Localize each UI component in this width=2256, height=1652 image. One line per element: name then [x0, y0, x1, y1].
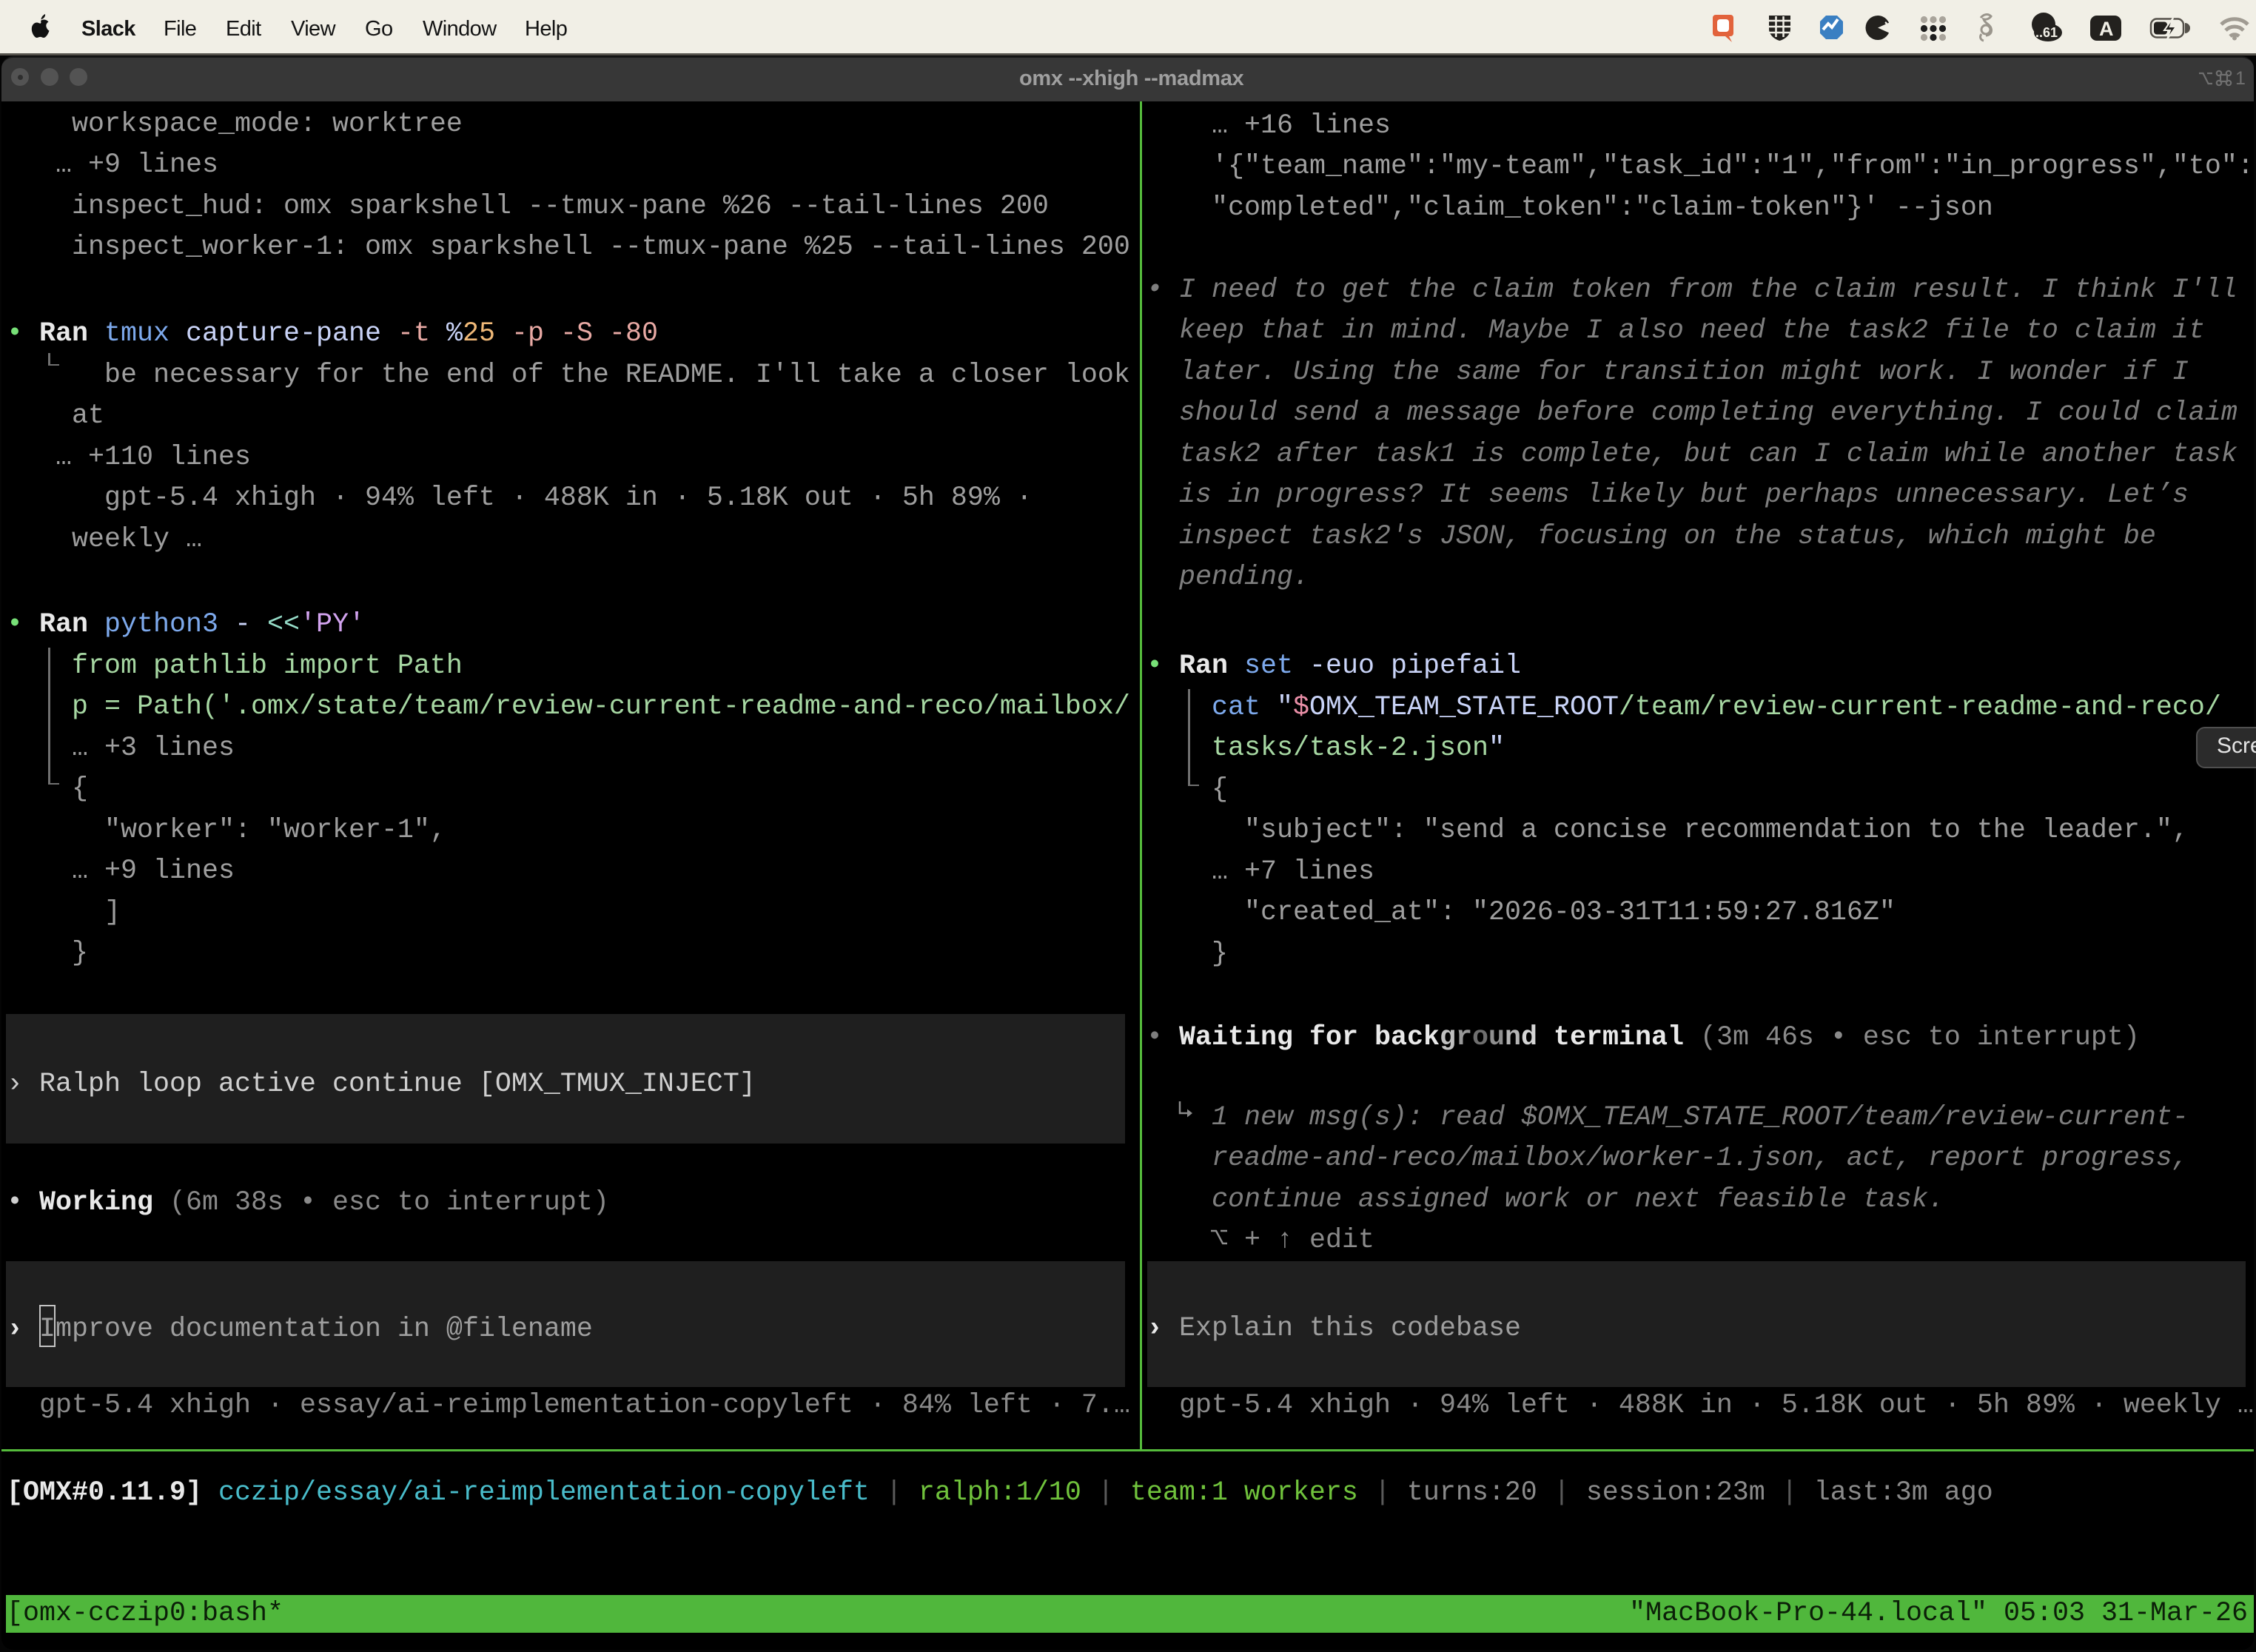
- svg-text:A: A: [2099, 18, 2114, 40]
- svg-text:..61: ..61: [2035, 25, 2058, 40]
- svg-text:1: 1: [2235, 68, 2246, 89]
